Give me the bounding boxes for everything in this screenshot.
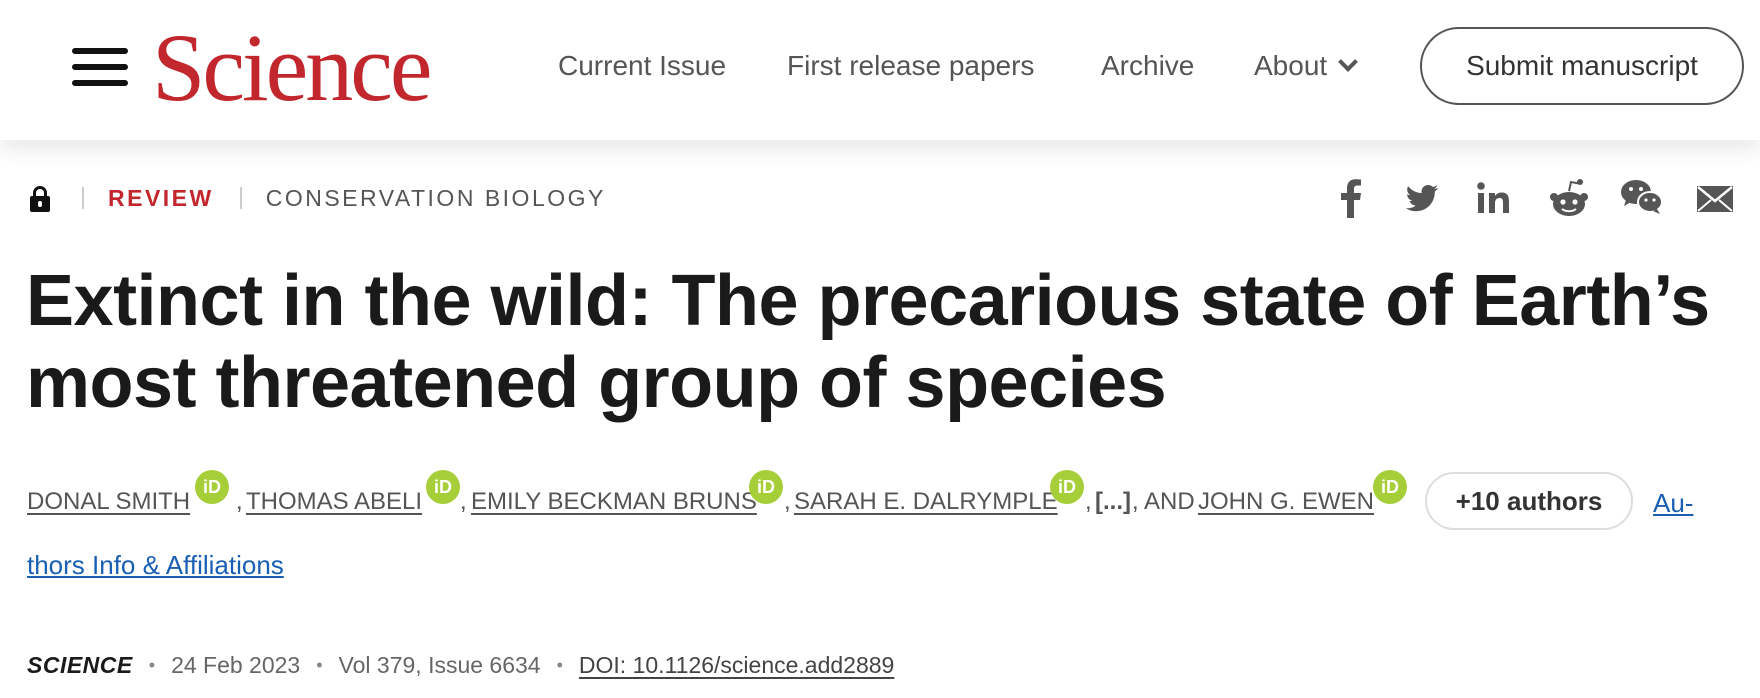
wechat-icon[interactable]: [1620, 178, 1664, 218]
author-and-text: , AND: [1132, 488, 1195, 515]
author-list: DONAL SMITH iD , THOMAS ABELI iD , EMILY…: [27, 470, 1747, 590]
lock-icon: [28, 182, 56, 214]
author-separator: ,: [236, 488, 243, 515]
nav-about[interactable]: About: [1254, 46, 1359, 86]
submit-manuscript-button[interactable]: Submit manuscript: [1420, 27, 1744, 105]
facebook-icon[interactable]: [1336, 178, 1364, 218]
orcid-icon[interactable]: iD: [749, 470, 783, 504]
twitter-icon[interactable]: [1405, 178, 1439, 218]
article-title-line-2: most threatened group of species: [26, 343, 1167, 423]
author-link[interactable]: EMILY BECKMAN BRUNS: [471, 488, 757, 516]
email-icon[interactable]: [1696, 178, 1734, 218]
orcid-icon[interactable]: iD: [426, 470, 460, 504]
author-separator: ,: [460, 488, 467, 515]
divider: [82, 187, 84, 209]
more-authors-ellipsis[interactable]: [...]: [1095, 488, 1131, 516]
nav-about-label: About: [1254, 50, 1328, 81]
nav-archive[interactable]: Archive: [1101, 46, 1194, 86]
orcid-icon[interactable]: iD: [1050, 470, 1084, 504]
article-type-label[interactable]: REVIEW: [108, 185, 214, 212]
author-separator: ,: [1085, 488, 1092, 515]
bullet-separator: •: [556, 654, 563, 675]
article-title: Extinct in the wild: The precarious stat…: [26, 260, 1726, 424]
publication-date: 24 Feb 2023: [171, 651, 301, 678]
reddit-icon[interactable]: [1549, 178, 1589, 218]
authors-info-link-continued[interactable]: thors Info & Affiliations: [27, 550, 284, 581]
site-header: Science Current Issue First release pape…: [0, 0, 1760, 140]
author-link[interactable]: THOMAS ABELI: [246, 488, 422, 516]
article-title-line-1: Extinct in the wild: The precarious stat…: [26, 261, 1710, 341]
divider: [239, 187, 242, 209]
doi-link[interactable]: DOI: 10.1126/science.add2889: [579, 652, 894, 679]
menu-icon[interactable]: [72, 48, 128, 86]
author-link[interactable]: SARAH E. DALRYMPLE: [794, 488, 1058, 516]
subject-label[interactable]: CONSERVATION BIOLOGY: [266, 185, 606, 212]
science-logo[interactable]: Science: [152, 18, 432, 118]
article-category-row: REVIEW CONSERVATION BIOLOGY: [28, 182, 606, 214]
citation-row: SCIENCE • 24 Feb 2023 • Vol 379, Issue 6…: [27, 650, 894, 680]
more-authors-button[interactable]: +10 authors: [1425, 472, 1633, 530]
volume-issue[interactable]: Vol 379, Issue 6634: [339, 652, 541, 679]
author-link[interactable]: JOHN G. EWEN: [1198, 488, 1374, 516]
authors-info-link[interactable]: Au-: [1653, 488, 1693, 519]
linkedin-icon[interactable]: [1477, 178, 1511, 218]
bullet-separator: •: [148, 654, 156, 675]
author-separator: ,: [784, 488, 791, 515]
nav-current-issue[interactable]: Current Issue: [558, 46, 726, 86]
orcid-icon[interactable]: iD: [1373, 470, 1407, 504]
author-link[interactable]: DONAL SMITH: [27, 488, 190, 516]
nav-first-release-papers[interactable]: First release papers: [787, 46, 1034, 86]
journal-name: SCIENCE: [27, 651, 133, 678]
bullet-separator: •: [316, 654, 323, 675]
orcid-icon[interactable]: iD: [195, 470, 229, 504]
chevron-down-icon: [1338, 52, 1359, 72]
